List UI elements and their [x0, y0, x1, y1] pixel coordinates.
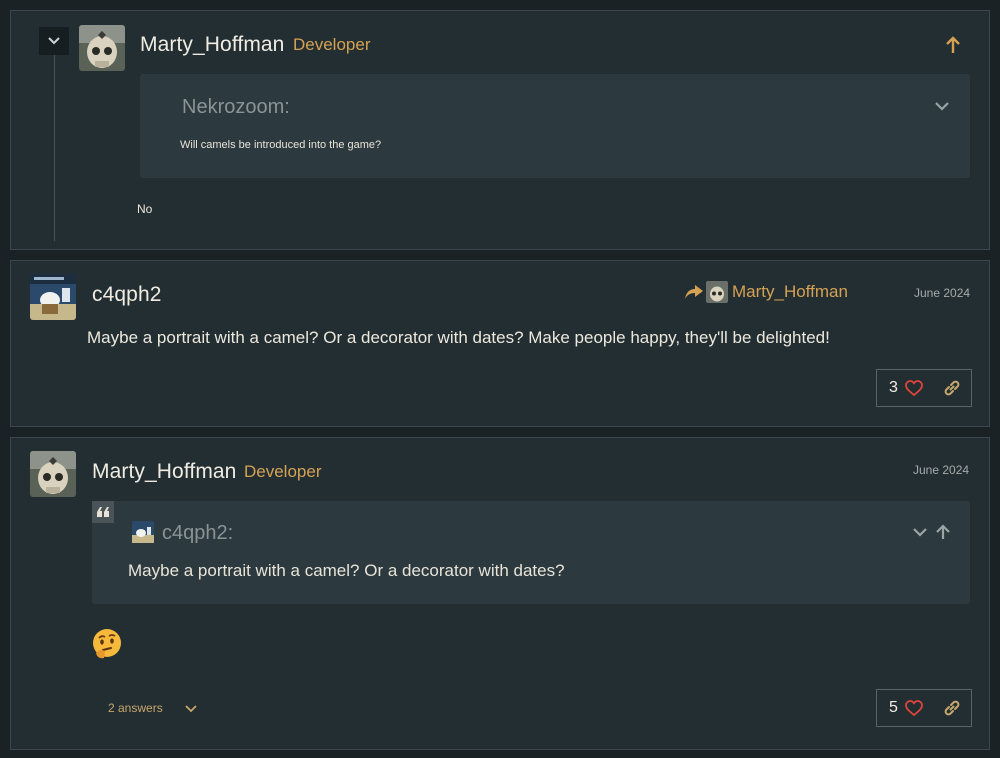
reply-to-link[interactable]: Marty_Hoffman [684, 281, 848, 303]
post-date[interactable]: June 2024 [914, 286, 970, 300]
chevron-down-icon [48, 37, 60, 45]
username[interactable]: c4qph2 [92, 283, 162, 307]
quote-author[interactable]: Nekrozoom: [182, 96, 290, 119]
skull-avatar-icon [706, 281, 728, 303]
quote-text: Will camels be introduced into the game? [180, 139, 382, 151]
chevron-down-icon[interactable] [934, 101, 950, 111]
quote-text: Maybe a portrait with a camel? Or a deco… [128, 561, 565, 580]
heart-icon[interactable] [905, 380, 923, 396]
quote-block: c4qph2: Maybe a portrait with a camel? O… [92, 501, 970, 604]
thinking-face-emoji-icon [93, 629, 121, 659]
post: Marty_Hoffman Developer Nekrozoom: Will … [10, 10, 990, 250]
post-body: Maybe a portrait with a camel? Or a deco… [87, 328, 830, 347]
avatar[interactable] [79, 25, 125, 71]
username[interactable]: Marty_Hoffman [140, 33, 284, 57]
post: Marty_Hoffman Developer June 2024 c4qph2… [10, 437, 990, 750]
camel-avatar-icon [30, 274, 76, 320]
role-badge: Developer [244, 462, 322, 481]
chevron-down-icon[interactable] [185, 705, 197, 713]
role-badge: Developer [293, 35, 371, 54]
quote-block: Nekrozoom: Will camels be introduced int… [140, 74, 970, 178]
collapse-thread-button[interactable] [39, 27, 69, 55]
username[interactable]: Marty_Hoffman [92, 460, 236, 484]
post-actions: 5 [876, 689, 972, 727]
chevron-down-icon[interactable] [912, 527, 928, 537]
skull-avatar-icon [79, 25, 125, 71]
post-date[interactable]: June 2024 [913, 463, 969, 477]
link-icon[interactable] [943, 699, 961, 717]
answers-toggle[interactable]: 2 answers [108, 701, 163, 715]
reply-to-username: Marty_Hoffman [732, 282, 848, 301]
thread-line [54, 55, 55, 241]
heart-icon[interactable] [905, 700, 923, 716]
camel-avatar-icon [132, 521, 154, 543]
reply-arrow-icon [685, 285, 703, 299]
quote-author[interactable]: c4qph2: [162, 522, 233, 545]
arrow-up-icon[interactable] [935, 524, 951, 540]
quote-mark-icon [92, 501, 114, 523]
avatar[interactable] [30, 274, 76, 320]
link-icon[interactable] [943, 379, 961, 397]
avatar[interactable] [30, 451, 76, 497]
skull-avatar-icon [30, 451, 76, 497]
like-count: 5 [889, 699, 898, 716]
arrow-up-icon[interactable] [945, 36, 961, 54]
post-body: No [137, 202, 153, 216]
like-count: 3 [889, 379, 898, 396]
post: c4qph2 Marty_Hoffman June 2024 Maybe a p… [10, 260, 990, 427]
post-actions: 3 [876, 369, 972, 407]
